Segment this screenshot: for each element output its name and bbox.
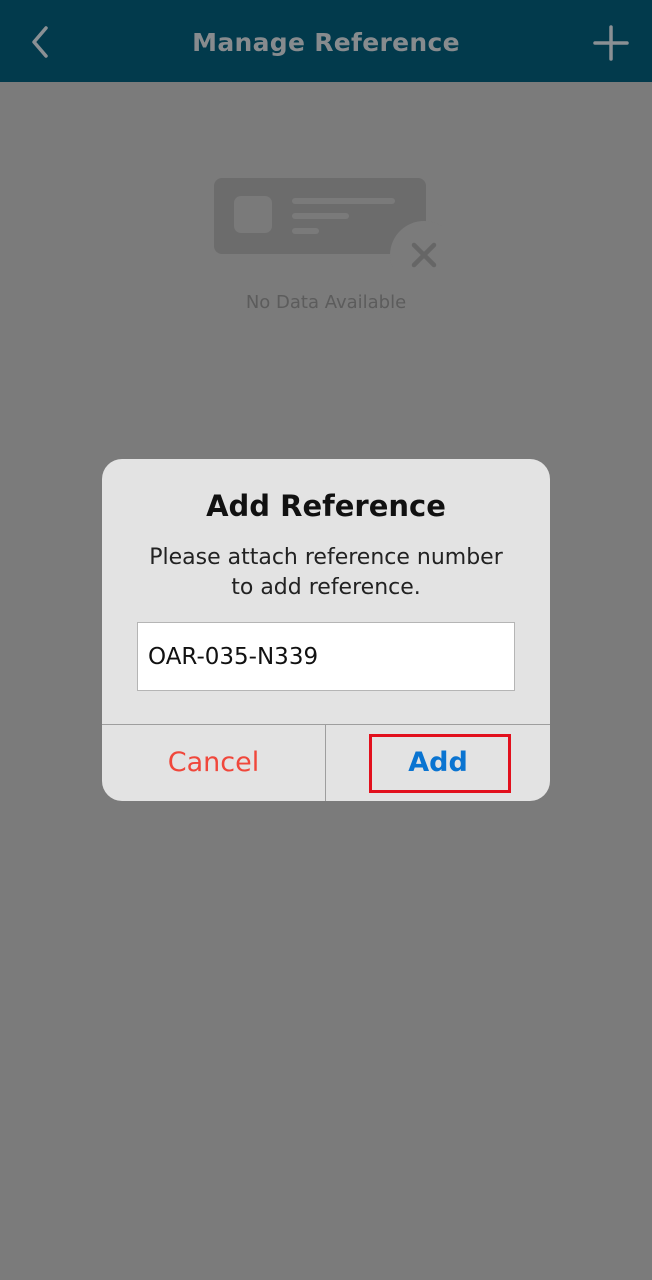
empty-card-icon: [214, 178, 442, 272]
page-title: Manage Reference: [192, 28, 460, 57]
empty-state-text: No Data Available: [245, 292, 407, 313]
dialog-message: Please attach reference number to add re…: [149, 545, 503, 600]
reference-number-input[interactable]: [137, 622, 515, 691]
dialog-title: Add Reference: [206, 489, 446, 523]
cancel-button[interactable]: Cancel: [102, 725, 325, 801]
plus-icon[interactable]: [592, 24, 630, 62]
add-button-highlight: [369, 734, 511, 793]
app-header: Manage Reference: [0, 0, 652, 82]
